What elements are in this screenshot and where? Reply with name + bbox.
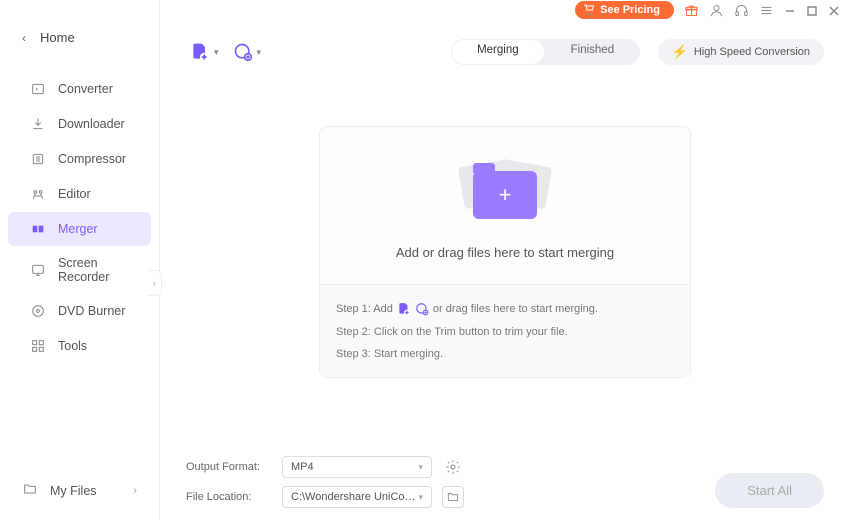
sidebar: ‹ Home Converter Downloader Compressor E… [0, 0, 160, 520]
step-3: Step 3: Start merging. [336, 343, 674, 365]
menu-icon[interactable] [759, 3, 774, 18]
close-button[interactable] [828, 4, 840, 16]
gear-icon [445, 459, 461, 475]
folder-icon [22, 481, 38, 500]
output-format-select[interactable]: MP4 ▾ [282, 456, 432, 478]
high-speed-toggle[interactable]: ⚡ High Speed Conversion [658, 39, 824, 65]
maximize-button[interactable] [806, 4, 818, 16]
sidebar-item-label: Merger [58, 222, 98, 236]
folder-icon [446, 490, 460, 504]
circle-add-icon [415, 302, 429, 316]
chevron-down-icon: ▾ [257, 47, 262, 58]
drop-zone[interactable]: + Add or drag files here to start mergin… [319, 126, 691, 378]
output-format-label: Output Format: [186, 461, 272, 473]
circle-add-icon [233, 42, 253, 62]
titlebar: See Pricing [565, 0, 850, 20]
merger-icon [30, 221, 46, 237]
sidebar-item-label: Compressor [58, 152, 126, 166]
file-location-select[interactable]: C:\Wondershare UniConverter 1 ▾ [282, 486, 432, 508]
add-circle-button[interactable]: ▾ [229, 38, 266, 66]
chevron-down-icon: ▾ [418, 492, 423, 503]
tab-merging[interactable]: Merging [452, 40, 544, 64]
chevron-right-icon: › [133, 485, 137, 497]
file-add-icon [190, 42, 210, 62]
see-pricing-button[interactable]: See Pricing [575, 1, 674, 19]
sidebar-item-label: Editor [58, 187, 91, 201]
high-speed-label: High Speed Conversion [694, 46, 810, 58]
folder-add-illustration: + [455, 157, 555, 227]
bolt-icon: ⚡ [672, 44, 688, 60]
my-files-nav[interactable]: My Files › [0, 473, 159, 508]
home-nav[interactable]: ‹ Home [0, 20, 159, 55]
see-pricing-label: See Pricing [600, 4, 660, 16]
sidebar-item-converter[interactable]: Converter [8, 72, 151, 106]
chevron-left-icon: ‹ [22, 31, 26, 45]
sidebar-item-label: DVD Burner [58, 304, 125, 318]
dvd-burner-icon [30, 303, 46, 319]
home-label: Home [40, 30, 75, 45]
file-add-icon [397, 302, 411, 316]
minimize-button[interactable] [784, 4, 796, 16]
sidebar-item-label: Tools [58, 339, 87, 353]
tab-segment: Merging Finished [451, 39, 640, 65]
steps-panel: Step 1: Add or drag files here to start … [320, 284, 690, 377]
main-panel: ▾ ▾ Merging Finished ⚡ High Speed Conver… [160, 30, 850, 520]
sidebar-item-editor[interactable]: Editor [8, 177, 151, 211]
step-1: Step 1: Add or drag files here to start … [336, 297, 674, 321]
sidebar-item-label: Downloader [58, 117, 125, 131]
sidebar-item-compressor[interactable]: Compressor [8, 142, 151, 176]
sidebar-item-tools[interactable]: Tools [8, 329, 151, 363]
add-file-button[interactable]: ▾ [186, 38, 223, 66]
tools-icon [30, 338, 46, 354]
downloader-icon [30, 116, 46, 132]
step-2: Step 2: Click on the Trim button to trim… [336, 321, 674, 343]
output-format-value: MP4 [291, 461, 314, 473]
start-all-button[interactable]: Start All [715, 473, 824, 508]
open-folder-button[interactable] [442, 486, 464, 508]
gift-icon[interactable] [684, 3, 699, 18]
compressor-icon [30, 151, 46, 167]
sidebar-item-downloader[interactable]: Downloader [8, 107, 151, 141]
sidebar-item-merger[interactable]: Merger [8, 212, 151, 246]
cart-icon [583, 4, 595, 16]
user-icon[interactable] [709, 3, 724, 18]
chevron-down-icon: ▾ [214, 47, 219, 58]
bottom-bar: Output Format: MP4 ▾ File Location: C:\W… [186, 456, 824, 508]
sidebar-item-screen-recorder[interactable]: Screen Recorder [8, 247, 151, 293]
file-location-label: File Location: [186, 491, 272, 503]
settings-button[interactable] [442, 456, 464, 478]
plus-icon: + [499, 182, 512, 208]
chevron-down-icon: ▾ [418, 462, 423, 473]
drop-zone-text: Add or drag files here to start merging [330, 245, 680, 260]
sidebar-item-dvd-burner[interactable]: DVD Burner [8, 294, 151, 328]
tab-finished[interactable]: Finished [545, 39, 640, 65]
converter-icon [30, 81, 46, 97]
headset-icon[interactable] [734, 3, 749, 18]
screen-recorder-icon [30, 262, 46, 278]
toolbar: ▾ ▾ Merging Finished ⚡ High Speed Conver… [186, 38, 824, 66]
editor-icon [30, 186, 46, 202]
file-location-value: C:\Wondershare UniConverter 1 [291, 491, 418, 503]
sidebar-item-label: Screen Recorder [58, 256, 129, 284]
sidebar-item-label: Converter [58, 82, 113, 96]
my-files-label: My Files [50, 484, 97, 498]
